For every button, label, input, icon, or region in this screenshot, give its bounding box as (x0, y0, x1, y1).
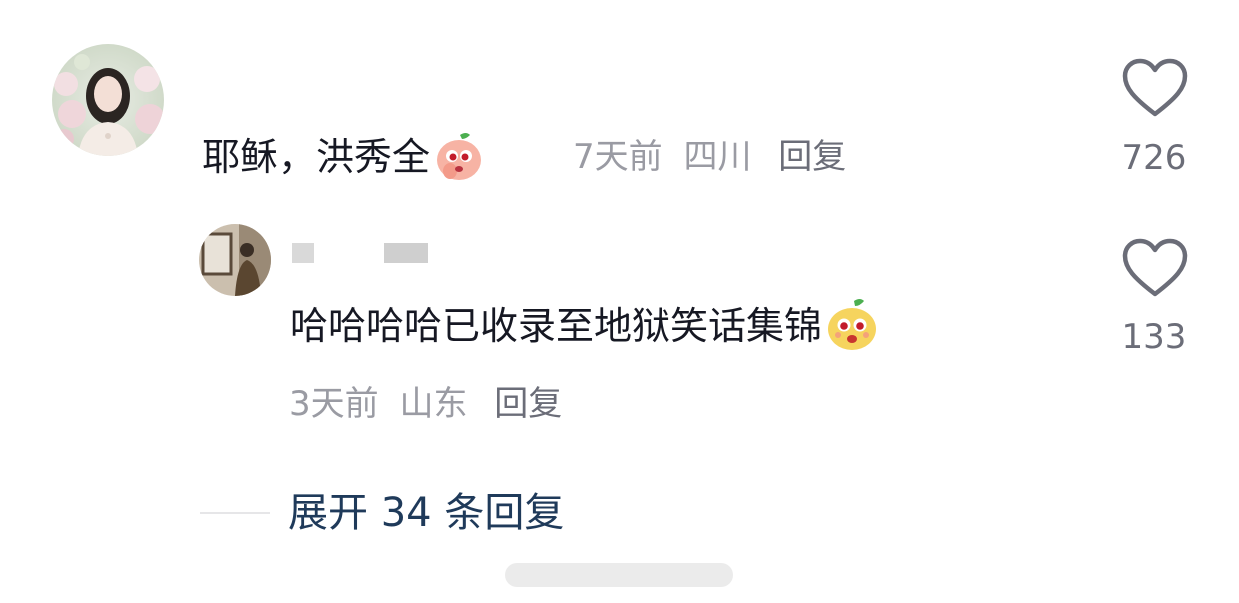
comment-like-button[interactable] (1122, 58, 1188, 122)
commenter-avatar[interactable] (52, 44, 164, 156)
comment-location: 四川 (683, 137, 752, 177)
replier-username-masked (292, 243, 314, 263)
reply-reply-button[interactable]: 回复 (494, 384, 562, 424)
reply-meta: 3天前 山东 回复 (289, 384, 562, 424)
expand-replies-button[interactable]: 展开 34 条回复 (288, 489, 564, 537)
heart-icon (1122, 58, 1188, 117)
home-indicator[interactable] (505, 563, 733, 587)
reply-location: 山东 (399, 384, 468, 424)
reply-like-count: 133 (1121, 317, 1187, 357)
comment-time: 7天前 (573, 137, 663, 177)
heart-icon (1122, 238, 1188, 297)
reply-row: 哈哈哈哈已收录至地狱笑话集锦 (290, 298, 880, 353)
replier-username-masked-2 (384, 243, 428, 263)
comment-text: 耶稣，洪秀全 (202, 135, 431, 179)
comment-meta: 7天前 四川 回复 (573, 137, 846, 177)
comment-like-count: 726 (1121, 138, 1187, 178)
reply-like-button[interactable] (1122, 238, 1188, 302)
comment-row: 耶稣，洪秀全 (202, 132, 486, 183)
comment-reply-button[interactable]: 回复 (778, 137, 846, 177)
pear-sticker-icon (824, 297, 880, 353)
expand-divider (200, 512, 270, 514)
reply-time: 3天前 (289, 384, 379, 424)
peach-sticker-icon (432, 129, 486, 183)
reply-text: 哈哈哈哈已收录至地狱笑话集锦 (290, 304, 823, 348)
replier-avatar[interactable] (199, 224, 271, 296)
